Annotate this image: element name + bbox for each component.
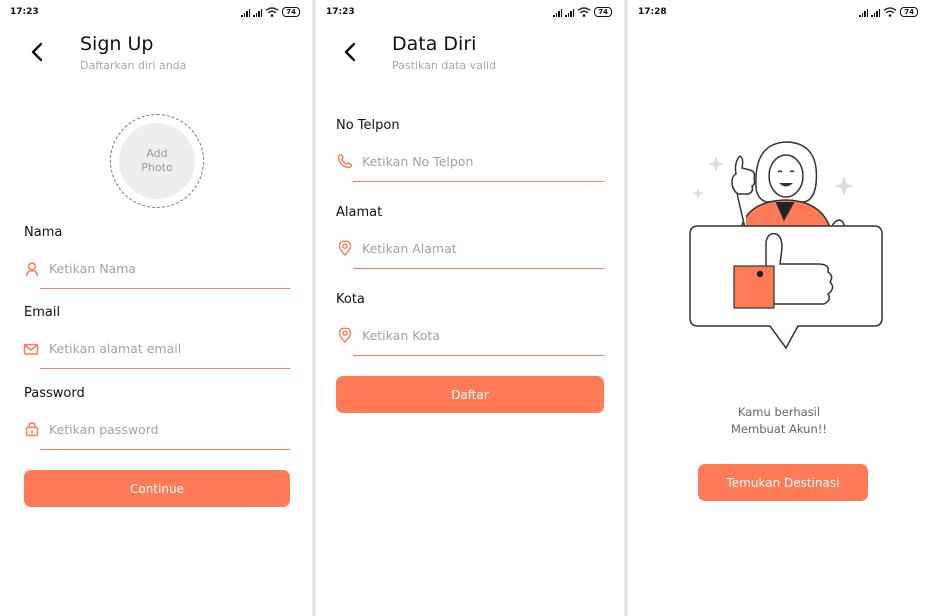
- password-input[interactable]: [49, 419, 284, 439]
- temukan-destinasi-button[interactable]: Temukan Destinasi: [698, 464, 868, 501]
- city-label: Kota: [336, 292, 365, 307]
- lock-icon: [25, 422, 39, 437]
- signal-icon: [553, 8, 563, 17]
- status-time: 17:23: [10, 7, 39, 17]
- name-label: Nama: [24, 225, 63, 240]
- add-photo-button[interactable]: Add Photo: [119, 123, 195, 199]
- back-arrow-icon[interactable]: [339, 40, 363, 64]
- status-bar: 17:23 74: [0, 7, 312, 21]
- success-message-line: Membuat Akun!!: [731, 422, 827, 436]
- password-field: [25, 415, 290, 450]
- page-subtitle: Pastikan data valid: [392, 59, 496, 72]
- password-label: Password: [24, 386, 85, 401]
- success-message-line: Kamu berhasil: [737, 405, 821, 419]
- add-photo-label: Add: [146, 147, 168, 160]
- signal-icon: [565, 8, 575, 17]
- address-field: [338, 234, 604, 269]
- page-subtitle: Daftarkan diri anda: [80, 59, 187, 72]
- mail-icon: [23, 343, 39, 355]
- phone-field: [337, 147, 604, 182]
- phone-input[interactable]: [362, 151, 598, 171]
- signal-icon: [241, 8, 251, 17]
- status-time: 17:23: [326, 7, 355, 17]
- location-pin-icon: [338, 240, 352, 256]
- battery-icon: 74: [900, 7, 918, 17]
- status-time: 17:28: [638, 7, 667, 17]
- thumbs-up-illustration: [689, 141, 883, 350]
- wifi-icon: [883, 7, 897, 17]
- user-icon: [25, 262, 39, 277]
- phone-icon: [337, 153, 353, 169]
- email-field: [23, 334, 290, 369]
- signal-icon: [253, 8, 263, 17]
- address-input[interactable]: [362, 238, 598, 258]
- wifi-icon: [577, 7, 591, 17]
- success-message: Kamu berhasil Membuat Akun!!: [628, 404, 930, 438]
- signal-icon: [871, 8, 881, 17]
- status-bar: 17:28 74: [628, 7, 930, 21]
- continue-button[interactable]: Continue: [24, 470, 290, 507]
- signup-screen: 17:23 74 Sign Up Daftarkan diri anda Add…: [0, 0, 312, 616]
- email-label: Email: [24, 305, 61, 320]
- success-screen: 17:28 74 Kamu berhasil Membuat Akun!! Te…: [628, 0, 930, 616]
- add-photo-ring: Add Photo: [110, 114, 204, 208]
- email-input[interactable]: [49, 338, 284, 358]
- city-field: [338, 321, 604, 356]
- phone-label: No Telpon: [336, 118, 400, 133]
- status-bar: 17:23 74: [316, 7, 624, 21]
- address-label: Alamat: [336, 205, 383, 220]
- daftar-button[interactable]: Daftar: [336, 376, 604, 413]
- battery-icon: 74: [594, 7, 612, 17]
- battery-icon: 74: [282, 7, 300, 17]
- city-input[interactable]: [362, 325, 598, 345]
- data-diri-screen: 17:23 74 Data Diri Pastikan data valid N…: [316, 0, 624, 616]
- add-photo-label: Photo: [141, 161, 173, 174]
- back-arrow-icon[interactable]: [26, 40, 50, 64]
- page-title: Sign Up: [80, 33, 154, 55]
- signal-icon: [859, 8, 869, 17]
- name-input[interactable]: [49, 258, 284, 278]
- name-field: [25, 254, 290, 289]
- location-pin-icon: [338, 327, 352, 343]
- page-title: Data Diri: [392, 33, 477, 55]
- wifi-icon: [265, 7, 279, 17]
